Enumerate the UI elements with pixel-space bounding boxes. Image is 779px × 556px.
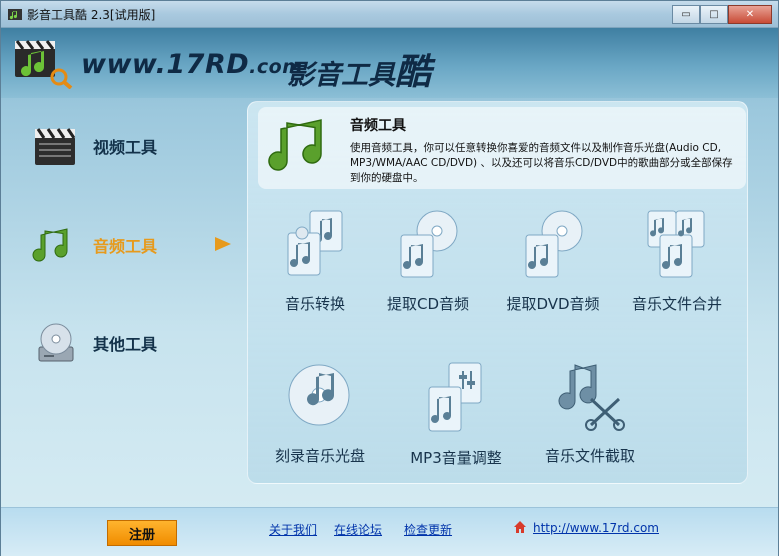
app-window: 影音工具酷 2.3[试用版] ▭ □ ✕ www.17RD.com 影音工具酷 xyxy=(0,0,779,556)
tool-label: 音乐文件合并 xyxy=(631,295,722,313)
nav-item-audio[interactable]: 音频工具 xyxy=(31,221,157,269)
maximize-button[interactable]: □ xyxy=(700,5,728,24)
nav-item-other[interactable]: 其他工具 xyxy=(31,319,157,367)
tool-burn-cd[interactable]: 刻录音乐光盘 xyxy=(260,359,380,466)
tool-extract-dvd[interactable]: 提取DVD音频 xyxy=(493,207,613,314)
window-title: 影音工具酷 2.3[试用版] xyxy=(27,8,156,22)
tool-music-convert[interactable]: 音乐转换 xyxy=(255,207,375,314)
forum-link[interactable]: 在线论坛 xyxy=(334,521,382,538)
about-link[interactable]: 关于我们 xyxy=(269,521,317,538)
panel-description: 使用音频工具，你可以任意转换你喜爱的音频文件以及制作音乐光盘(Audio CD,… xyxy=(350,142,733,184)
app-name-last: 酷 xyxy=(395,52,432,93)
app-name-banner: 影音工具酷 xyxy=(287,43,431,95)
tool-label: 提取CD音频 xyxy=(386,295,470,313)
home-icon xyxy=(514,521,526,533)
app-icon xyxy=(8,9,22,20)
close-button[interactable]: ✕ xyxy=(728,5,772,24)
mp3-volume-icon xyxy=(428,362,482,432)
register-button[interactable]: 注册 xyxy=(107,520,177,546)
merge-files-icon xyxy=(647,210,705,278)
tool-label: 刻录音乐光盘 xyxy=(274,447,365,465)
site-prefix: www. xyxy=(81,49,167,80)
panel-title: 音频工具 xyxy=(350,118,406,134)
clapperboard-icon xyxy=(35,128,76,165)
tool-extract-cd[interactable]: 提取CD音频 xyxy=(368,207,488,314)
tool-music-cut[interactable]: 音乐文件截取 xyxy=(530,359,650,466)
active-arrow-icon xyxy=(215,237,231,251)
extract-cd-icon xyxy=(400,210,458,278)
window-controls: ▭ □ ✕ xyxy=(672,5,772,24)
extract-dvd-icon xyxy=(525,210,583,278)
site-url-banner: www.17RD.com xyxy=(81,49,303,80)
tool-merge-files[interactable]: 音乐文件合并 xyxy=(617,207,737,314)
minimize-button[interactable]: ▭ xyxy=(672,5,700,24)
nav-label-audio: 音频工具 xyxy=(93,237,158,256)
music-note-icon xyxy=(32,228,68,262)
nav-item-video[interactable]: 视频工具 xyxy=(31,125,157,167)
maximize-icon: □ xyxy=(709,9,719,20)
website-link[interactable]: http://www.17rd.com xyxy=(533,521,659,535)
burn-cd-icon xyxy=(288,364,350,426)
minimize-icon: ▭ xyxy=(681,9,691,20)
tool-mp3-volume[interactable]: MP3音量调整 xyxy=(396,361,516,468)
nav-label-other: 其他工具 xyxy=(93,335,158,354)
nav-label-video: 视频工具 xyxy=(93,138,158,157)
update-link[interactable]: 检查更新 xyxy=(404,521,452,538)
title-bar: 影音工具酷 2.3[试用版] ▭ □ ✕ xyxy=(1,1,778,28)
tool-label: 提取DVD音频 xyxy=(506,295,600,313)
logo-icon xyxy=(15,40,73,89)
disc-drive-icon xyxy=(38,323,74,362)
music-note-large-icon xyxy=(268,119,322,171)
tool-label: 音乐转换 xyxy=(284,295,345,313)
site-main: 17RD xyxy=(166,49,250,80)
tool-label: MP3音量调整 xyxy=(410,449,502,467)
music-cut-icon xyxy=(558,364,625,431)
tool-label: 音乐文件截取 xyxy=(544,447,635,465)
app-name-prefix: 影音工具 xyxy=(287,60,395,91)
music-convert-icon xyxy=(287,210,343,276)
close-icon: ✕ xyxy=(745,9,755,20)
